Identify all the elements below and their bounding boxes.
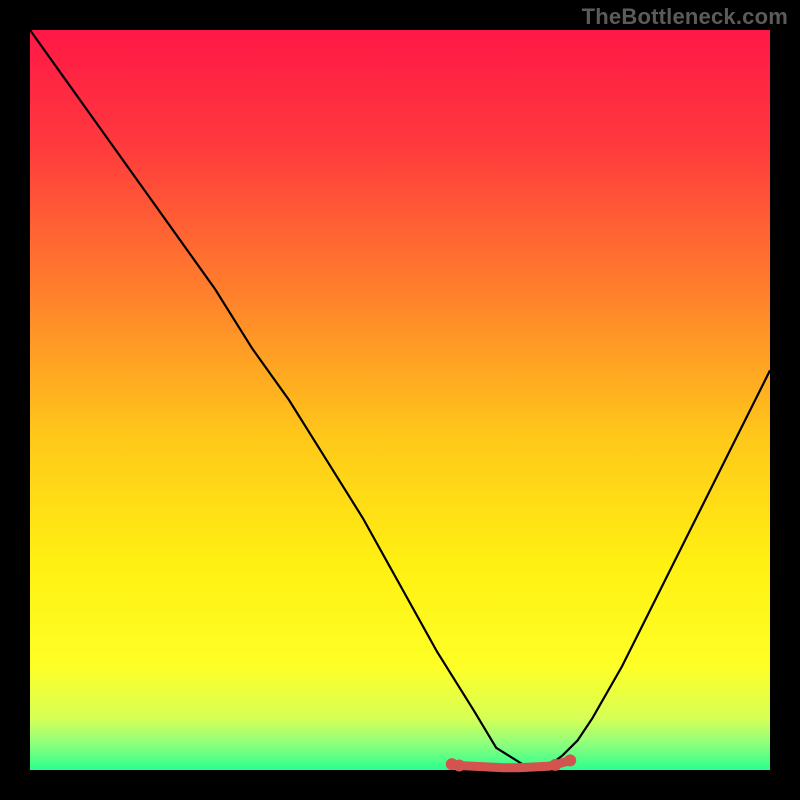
watermark-text: TheBottleneck.com [582,4,788,30]
highlight-dot [453,760,465,772]
chart-container: TheBottleneck.com [0,0,800,800]
highlight-dot [549,759,561,771]
plot-background [30,30,770,770]
highlight-dot [564,754,576,766]
bottleneck-chart [0,0,800,800]
